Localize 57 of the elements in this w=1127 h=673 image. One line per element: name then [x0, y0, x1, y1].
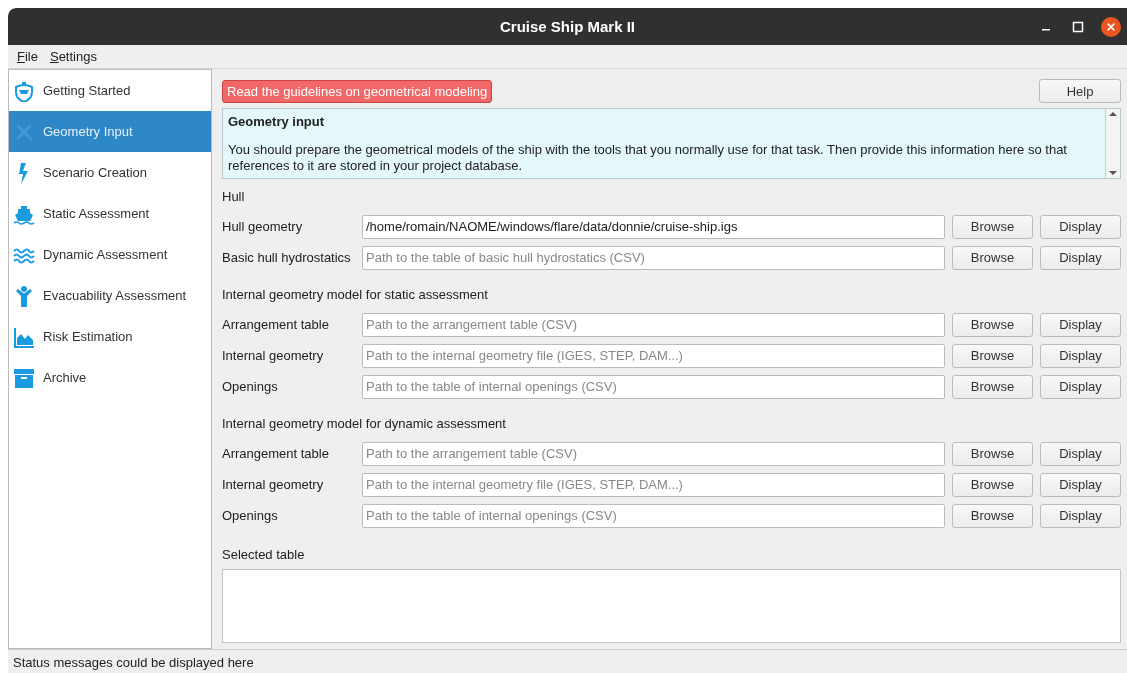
- display-button[interactable]: Display: [1040, 312, 1121, 337]
- browse-button[interactable]: Browse: [952, 472, 1033, 497]
- sidebar-item[interactable]: Evacuability Assessment: [9, 275, 211, 316]
- field-label: Openings: [222, 508, 279, 523]
- section-heading: Selected table: [222, 545, 306, 564]
- field-label: Openings: [222, 379, 279, 394]
- sidebar-item[interactable]: Scenario Creation: [9, 152, 211, 193]
- path-field[interactable]: Path to the table of internal openings (CSV): [362, 503, 945, 528]
- path-field[interactable]: /home/romain/NAOME/windows/flare/data/donnie/cruise-ship.igs: [362, 214, 945, 239]
- field-label: Arrangement table: [222, 446, 330, 461]
- display-button[interactable]: Display: [1040, 214, 1121, 239]
- display-button[interactable]: Display: [1040, 503, 1121, 528]
- sidebar-item[interactable]: Getting Started: [9, 70, 211, 111]
- field-label: Hull geometry: [222, 219, 304, 234]
- display-button[interactable]: Display: [1040, 472, 1121, 497]
- field-label: Basic hull hydrostatics: [222, 250, 352, 265]
- sidebar-item[interactable]: Dynamic Assessment: [9, 234, 211, 275]
- browse-button[interactable]: Browse: [952, 245, 1033, 270]
- sidebar-item[interactable]: Archive: [9, 357, 211, 398]
- sidebar-item[interactable]: Risk Estimation: [9, 316, 211, 357]
- browse-button[interactable]: Browse: [952, 312, 1033, 337]
- path-field[interactable]: Path to the arrangement table (CSV): [362, 441, 945, 466]
- field-label: Internal geometry: [222, 477, 325, 492]
- area-chart-icon: [13, 325, 35, 348]
- status-bar: Status messages could be displayed here: [8, 649, 1127, 673]
- browse-button[interactable]: Browse: [952, 503, 1033, 528]
- scrollbar[interactable]: [1105, 109, 1120, 178]
- window-title: Cruise Ship Mark II: [499, 18, 635, 35]
- section-heading: Internal geometry model for static assessment: [222, 285, 489, 304]
- info-title: Geometry input: [228, 114, 326, 129]
- path-field[interactable]: Path to the internal geometry file (IGES, STEP, DAM...): [362, 472, 945, 497]
- section-heading: Hull: [222, 187, 246, 206]
- scroll-down-icon[interactable]: [1108, 168, 1118, 178]
- path-field[interactable]: Path to the table of basic hull hydrostatics (CSV): [362, 245, 945, 270]
- shield-icon: [13, 79, 35, 102]
- field-label: Internal geometry: [222, 348, 325, 363]
- display-button[interactable]: Display: [1040, 245, 1121, 270]
- menu-item[interactable]: File: [17, 49, 38, 64]
- field-label: Arrangement table: [222, 317, 330, 332]
- info-text: You should prepare the geometrical models of the ship with the tools that you normally use for that task. Then provide this information here so that references to it are stored in your project database.: [228, 142, 1068, 174]
- section-heading: Internal geometry model for dynamic assessment: [222, 414, 507, 433]
- scroll-up-icon[interactable]: [1108, 109, 1118, 119]
- display-button[interactable]: Display: [1040, 441, 1121, 466]
- path-field[interactable]: Path to the arrangement table (CSV): [362, 312, 945, 337]
- browse-button[interactable]: Browse: [952, 441, 1033, 466]
- archive-box-icon: [13, 366, 35, 389]
- sidebar-item[interactable]: Static Assessment: [9, 193, 211, 234]
- browse-button[interactable]: Browse: [952, 214, 1033, 239]
- display-button[interactable]: Display: [1040, 374, 1121, 399]
- browse-button[interactable]: Browse: [952, 374, 1033, 399]
- browse-button[interactable]: Browse: [952, 343, 1033, 368]
- path-field[interactable]: Path to the table of internal openings (CSV): [362, 374, 945, 399]
- display-button[interactable]: Display: [1040, 343, 1121, 368]
- path-field[interactable]: Path to the internal geometry file (IGES, STEP, DAM...): [362, 343, 945, 368]
- help-button[interactable]: Help: [1039, 79, 1121, 103]
- menu-item[interactable]: Settings: [49, 49, 97, 64]
- close-icon[interactable]: [1101, 16, 1121, 37]
